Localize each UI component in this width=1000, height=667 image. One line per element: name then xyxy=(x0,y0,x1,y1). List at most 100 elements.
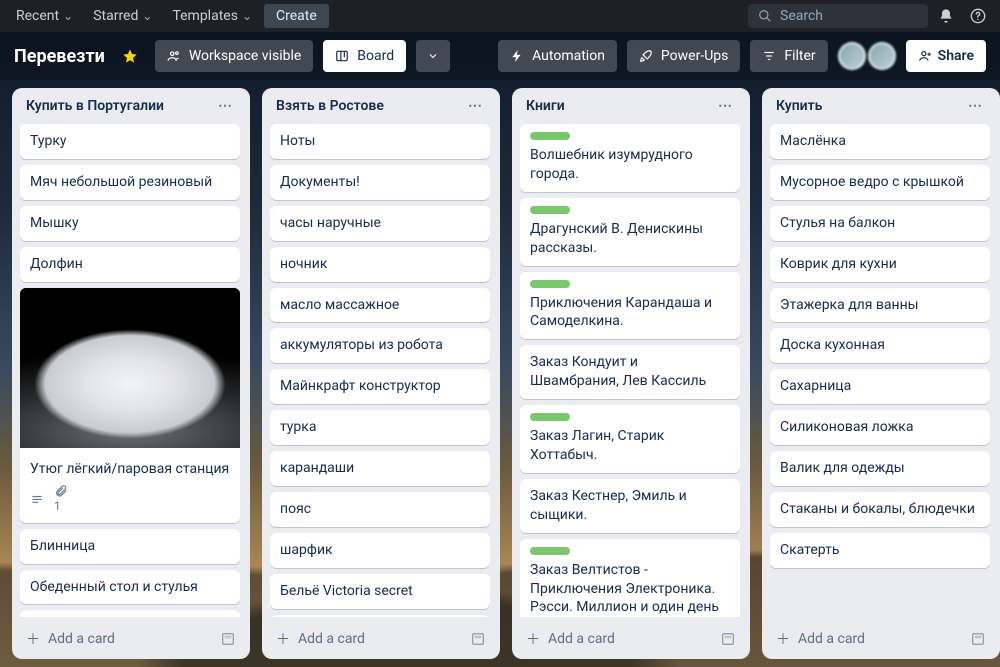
card-title: Валик для одежды xyxy=(780,459,980,478)
top-navbar: Recent Starred Templates Create Search xyxy=(0,0,1000,32)
card[interactable]: Драгунский В. Денискины рассказы. xyxy=(520,198,740,266)
add-card-button[interactable]: ＋ Add a card xyxy=(770,623,992,651)
card[interactable]: Утюг лёгкий/паровая станция 1 xyxy=(20,288,240,523)
nav-templates[interactable]: Templates xyxy=(164,4,260,28)
bell-icon xyxy=(938,8,954,24)
card[interactable]: Доска кухонная xyxy=(770,328,990,363)
nav-recent[interactable]: Recent xyxy=(8,4,81,28)
card[interactable]: Турку xyxy=(20,124,240,159)
card-title: Ноты xyxy=(280,132,480,151)
card-title: Стаканы и бокалы, блюдечки xyxy=(780,500,980,519)
plus-icon: ＋ xyxy=(276,629,290,649)
label-green[interactable] xyxy=(530,413,570,421)
card-template-button[interactable] xyxy=(720,631,736,647)
card-template-button[interactable] xyxy=(470,631,486,647)
card[interactable]: Волшебник изумрудного города. xyxy=(520,124,740,192)
card[interactable]: часы наручные xyxy=(270,206,490,241)
card[interactable]: Этажерка для ванны xyxy=(770,288,990,323)
powerups-label: Power-Ups xyxy=(661,48,728,64)
help-button[interactable] xyxy=(964,2,992,30)
board-title[interactable]: Перевезти xyxy=(14,46,105,67)
card[interactable]: Стаканы и бокалы, блюдечки xyxy=(770,492,990,527)
nav-starred[interactable]: Starred xyxy=(85,4,160,28)
card-title: Заказ Лагин, Старик Хоттабыч. xyxy=(530,427,730,465)
card[interactable]: Мышку xyxy=(20,206,240,241)
card[interactable]: аккумуляторы из робота xyxy=(270,328,490,363)
board-view-button[interactable]: Board xyxy=(323,40,406,72)
avatar[interactable] xyxy=(868,42,896,70)
powerups-button[interactable]: Power-Ups xyxy=(627,40,740,72)
filter-button[interactable]: Filter xyxy=(750,40,827,72)
card-template-button[interactable] xyxy=(220,631,236,647)
card[interactable]: Валик для одежды xyxy=(770,451,990,486)
user-plus-icon xyxy=(918,49,932,63)
card[interactable]: карандаши xyxy=(270,451,490,486)
card[interactable]: Стулья на балкон xyxy=(770,206,990,241)
list-menu-button[interactable]: ⋯ xyxy=(214,98,236,114)
card[interactable]: Заказ Лагин, Старик Хоттабыч. xyxy=(520,405,740,473)
card-title: Блинница xyxy=(30,537,230,556)
template-icon xyxy=(720,631,736,647)
automation-button[interactable]: Automation xyxy=(498,40,617,72)
card[interactable]: Силиконовая ложка xyxy=(770,410,990,445)
card[interactable]: Мяч небольшой резиновый xyxy=(20,165,240,200)
list-menu-button[interactable]: ⋯ xyxy=(464,98,486,114)
label-green[interactable] xyxy=(530,547,570,555)
board-header: Перевезти Workspace visible Board Automa… xyxy=(0,32,1000,80)
list-title[interactable]: Взять в Ростове xyxy=(276,98,384,114)
card[interactable]: Любимую мочалку Кряк xyxy=(270,615,490,617)
label-green[interactable] xyxy=(530,280,570,288)
card[interactable]: шарфик xyxy=(270,533,490,568)
card[interactable]: турка xyxy=(270,410,490,445)
list-menu-button[interactable]: ⋯ xyxy=(714,98,736,114)
nav-templates-label: Templates xyxy=(172,8,238,24)
add-card-button[interactable]: ＋ Add a card xyxy=(270,623,492,651)
label-green[interactable] xyxy=(530,132,570,140)
notifications-button[interactable] xyxy=(932,2,960,30)
add-card-button[interactable]: ＋ Add a card xyxy=(20,623,242,651)
board-canvas[interactable]: Купить в Португалии ⋯ Турку Мяч небольшой р… xyxy=(0,80,1000,667)
card[interactable]: Блинница xyxy=(20,529,240,564)
card[interactable]: Заказ Велтистов - Приключения Электроник… xyxy=(520,539,740,617)
card[interactable]: Бельё Victoria secret xyxy=(270,574,490,609)
card-labels xyxy=(530,206,730,214)
list-menu-button[interactable]: ⋯ xyxy=(964,98,986,114)
card[interactable]: Заказ Кестнер, Эмиль и сыщики. xyxy=(520,479,740,533)
card-title: Майнкрафт конструктор xyxy=(280,377,480,396)
list-title[interactable]: Купить в Португалии xyxy=(26,98,164,114)
card-title: Заказ Велтистов - Приключения Электроник… xyxy=(530,561,730,617)
search-input[interactable]: Search xyxy=(748,4,928,28)
list-title[interactable]: Книги xyxy=(526,98,565,114)
workspace-visibility-button[interactable]: Workspace visible xyxy=(155,40,313,72)
card[interactable]: Маслёнка xyxy=(770,124,990,159)
card[interactable]: Ноты xyxy=(270,124,490,159)
create-button[interactable]: Create xyxy=(264,4,329,28)
card[interactable]: Заказ Кондуит и Швамбрания, Лев Кассиль xyxy=(520,345,740,399)
card[interactable]: Скатерть xyxy=(770,533,990,568)
filter-icon xyxy=(762,49,776,63)
list-title[interactable]: Купить xyxy=(776,98,822,114)
share-button[interactable]: Share xyxy=(906,40,986,72)
card-cover-image xyxy=(20,288,240,448)
card-template-button[interactable] xyxy=(970,631,986,647)
card[interactable]: пояс xyxy=(270,492,490,527)
card[interactable]: ночник xyxy=(270,247,490,282)
avatar[interactable] xyxy=(838,42,866,70)
add-card-button[interactable]: ＋ Add a card xyxy=(520,623,742,651)
card[interactable]: масло массажное xyxy=(270,288,490,323)
card[interactable]: Мусорное ведро с крышкой xyxy=(770,165,990,200)
card[interactable]: Долфин xyxy=(20,247,240,282)
card[interactable]: Сахарница xyxy=(770,369,990,404)
label-green[interactable] xyxy=(530,206,570,214)
card[interactable]: Документы! xyxy=(270,165,490,200)
star-board-button[interactable] xyxy=(115,41,145,71)
create-button-label: Create xyxy=(276,8,317,24)
card[interactable]: Приключения Карандаша и Самоделкина. xyxy=(520,272,740,340)
card-title: Заказ Кестнер, Эмиль и сыщики. xyxy=(530,487,730,525)
board-members[interactable] xyxy=(838,42,896,70)
card[interactable]: Кровати и постельное бельё xyxy=(20,610,240,617)
card[interactable]: Обеденный стол и стулья xyxy=(20,570,240,605)
card[interactable]: Коврик для кухни xyxy=(770,247,990,282)
view-switcher-button[interactable] xyxy=(416,40,450,72)
card[interactable]: Майнкрафт конструктор xyxy=(270,369,490,404)
